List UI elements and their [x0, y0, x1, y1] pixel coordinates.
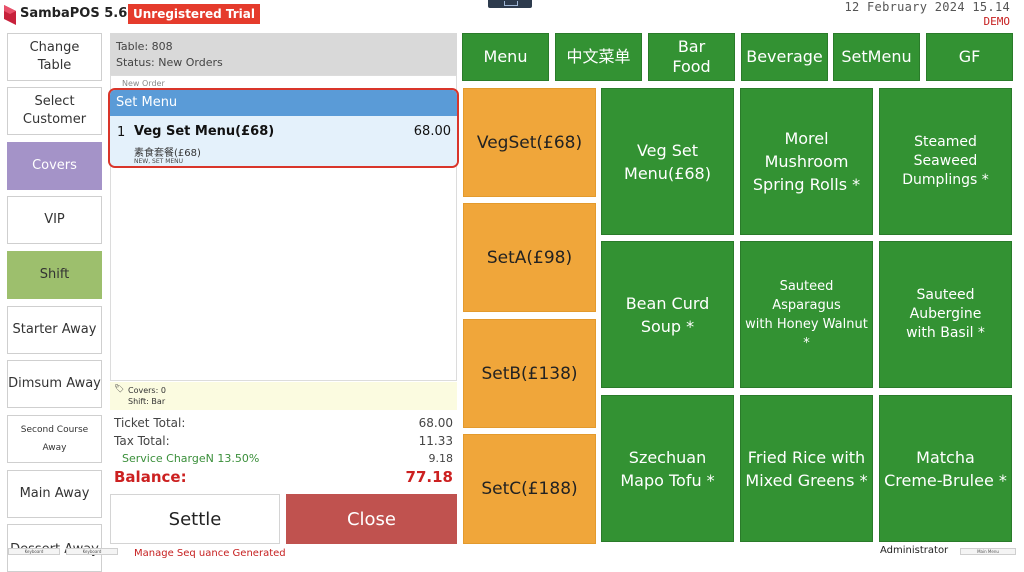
ticket-total-label: Ticket Total:	[114, 416, 186, 430]
category-setmenu[interactable]: SetMenu	[833, 33, 920, 81]
service-charge-value: 9.18	[428, 452, 454, 465]
product-szechuan-mapo-tofu[interactable]: Szechuan Mapo Tofu *	[601, 395, 734, 542]
subcategory-setb[interactable]: SetB(£138)	[463, 319, 596, 428]
category-bar-food[interactable]: Bar Food	[648, 33, 735, 81]
vip-button[interactable]: VIP	[7, 196, 102, 244]
starter-away-button[interactable]: Starter Away	[7, 306, 102, 354]
subcategory-seta[interactable]: SetA(£98)	[463, 203, 596, 312]
covers-button[interactable]: Covers	[7, 142, 102, 190]
category-menu[interactable]: Menu	[462, 33, 549, 81]
second-course-away-button[interactable]: Second Course Away	[7, 415, 102, 463]
dimsum-away-button[interactable]: Dimsum Away	[7, 360, 102, 408]
ticket-total-value: 68.00	[418, 416, 453, 430]
covers-count: Covers: 0	[128, 386, 166, 395]
shift-info: Shift: Bar	[128, 397, 166, 406]
settle-button[interactable]: Settle	[110, 494, 280, 544]
trial-badge: Unregistered Trial	[128, 4, 260, 24]
footer-message: Manage Seq uance Generated	[134, 548, 286, 559]
order-price: 68.00	[413, 124, 451, 139]
order-quantity: 1	[117, 125, 126, 140]
tag-icon: 🏷	[114, 384, 125, 393]
category-beverage[interactable]: Beverage	[741, 33, 828, 81]
service-charge-label: Service ChargeN 13.50%	[122, 452, 260, 465]
new-order-label: New Order	[122, 79, 165, 88]
main-menu-button[interactable]: Main Menu	[960, 548, 1016, 555]
window-handle[interactable]	[488, 0, 532, 8]
order-group-header: Set Menu	[110, 90, 457, 116]
product-veg-set-menu[interactable]: Veg Set Menu(£68)	[601, 88, 734, 235]
order-line[interactable]: 1 Veg Set Menu(£68) 68.00 素食套餐(£68) NEW,…	[110, 116, 457, 166]
table-label: Table: 808	[116, 40, 173, 53]
product-sauteed-asparagus[interactable]: Sauteed Asparagus with Honey Walnut *	[740, 241, 873, 388]
tax-total-label: Tax Total:	[114, 434, 170, 448]
status-label: Status: New Orders	[116, 56, 223, 69]
ticket-header: Table: 808 Status: New Orders	[110, 33, 457, 75]
category-chinese-menu[interactable]: 中文菜单	[555, 33, 642, 81]
demo-label: DEMO	[983, 15, 1011, 28]
main-away-button[interactable]: Main Away	[7, 470, 102, 518]
order-subtitle: 素食套餐(£68)	[134, 148, 201, 159]
logged-in-user: Administrator	[880, 545, 949, 556]
change-table-button[interactable]: Change Table	[7, 33, 102, 81]
ticket-info-strip: Covers: 0 Shift: Bar	[110, 382, 457, 410]
product-bean-curd-soup[interactable]: Bean Curd Soup *	[601, 241, 734, 388]
shift-button[interactable]: Shift	[7, 251, 102, 299]
app-name: SambaPOS 5.6.2	[20, 6, 142, 21]
keyboard-button-1[interactable]: Keyboard	[8, 548, 60, 555]
product-sauteed-aubergine[interactable]: Sauteed Aubergine with Basil *	[879, 241, 1012, 388]
product-matcha-creme-brulee[interactable]: Matcha Creme-Brulee *	[879, 395, 1012, 542]
sambapos-logo-icon	[4, 5, 16, 25]
selected-order-group[interactable]: Set Menu 1 Veg Set Menu(£68) 68.00 素食套餐(…	[108, 88, 459, 168]
subcategory-vegset[interactable]: VegSet(£68)	[463, 88, 596, 197]
select-customer-button[interactable]: Select Customer	[7, 87, 102, 135]
keyboard-button-2[interactable]: Keyboard	[66, 548, 118, 555]
balance-label: Balance:	[114, 468, 187, 486]
subcategory-setc[interactable]: SetC(£188)	[463, 434, 596, 544]
category-gf[interactable]: GF	[926, 33, 1013, 81]
product-morel-mushroom-spring-rolls[interactable]: Morel Mushroom Spring Rolls *	[740, 88, 873, 235]
order-tags: NEW, SET MENU	[134, 158, 184, 165]
date-time: 12 February 2024 15.14	[844, 0, 1010, 14]
product-fried-rice-mixed-greens[interactable]: Fried Rice with Mixed Greens *	[740, 395, 873, 542]
order-name: Veg Set Menu(£68)	[134, 124, 275, 139]
close-button[interactable]: Close	[286, 494, 457, 544]
balance-value: 77.18	[405, 468, 453, 486]
tax-total-value: 11.33	[418, 434, 453, 448]
product-steamed-seaweed-dumplings[interactable]: Steamed Seaweed Dumplings *	[879, 88, 1012, 235]
